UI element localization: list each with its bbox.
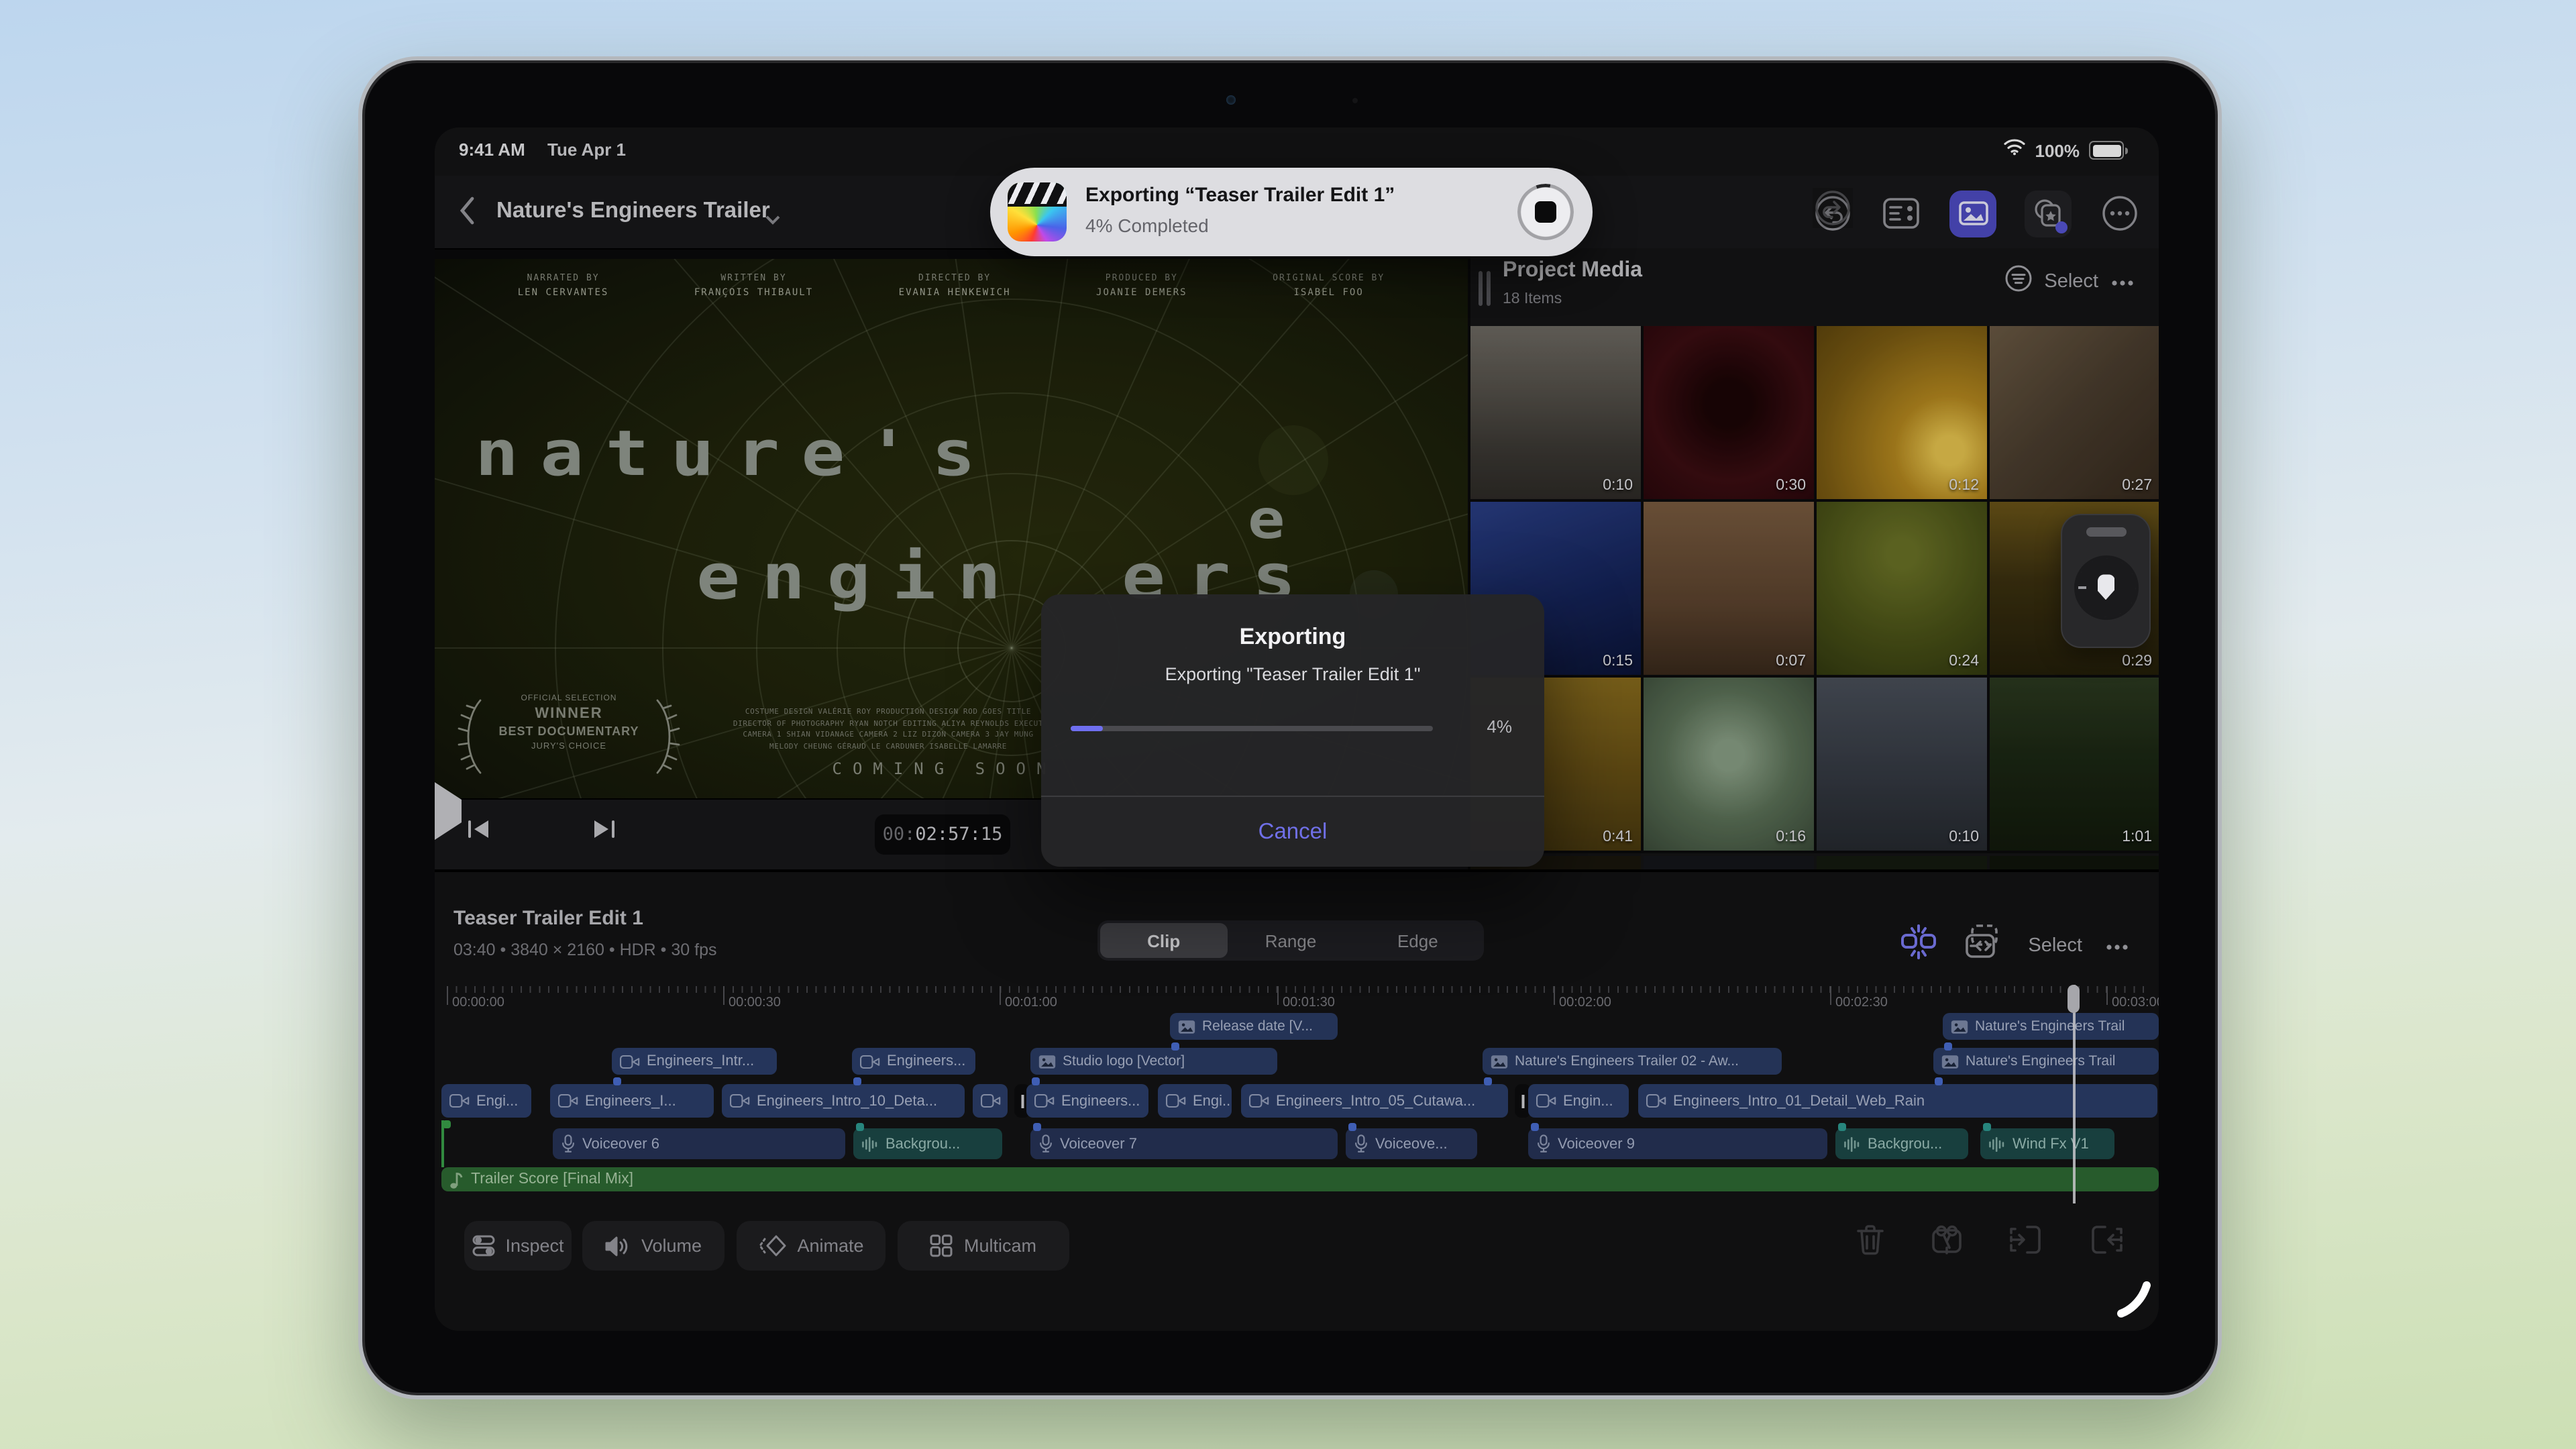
dialog-message: Exporting "Teaser Trailer Edit 1" [1165, 664, 1421, 684]
progress-bar [1071, 726, 1433, 731]
ipad-screen: 9:41 AM Tue Apr 1 100% Nature's Engineer… [435, 127, 2159, 1331]
pencil-dial [2074, 555, 2138, 620]
desktop-background: 9:41 AM Tue Apr 1 100% Nature's Engineer… [0, 0, 2576, 1449]
final-cut-pro-app-icon [1008, 182, 1067, 241]
stop-icon [1535, 201, 1556, 223]
apple-pencil-widget[interactable] [2061, 514, 2151, 648]
pencil-battery-pill [2086, 527, 2126, 537]
pencil-cursor [2116, 1279, 2153, 1326]
ambient-sensor [1352, 98, 1358, 103]
banner-title: Exporting “Teaser Trailer Edit 1” [1085, 184, 1395, 207]
front-camera [1226, 95, 1236, 105]
export-notification-banner[interactable]: Exporting “Teaser Trailer Edit 1” 4% Com… [990, 168, 1593, 256]
progress-percent: 4% [1487, 716, 1512, 737]
stop-export-button[interactable] [1517, 184, 1574, 240]
export-progress-dialog: Exporting Exporting "Teaser Trailer Edit… [1041, 594, 1544, 867]
dialog-title: Exporting [1239, 624, 1346, 649]
cancel-button[interactable]: Cancel [1041, 797, 1544, 867]
banner-subtitle: 4% Completed [1085, 215, 1209, 236]
ipad-device-frame: 9:41 AM Tue Apr 1 100% Nature's Engineer… [358, 56, 2222, 1399]
